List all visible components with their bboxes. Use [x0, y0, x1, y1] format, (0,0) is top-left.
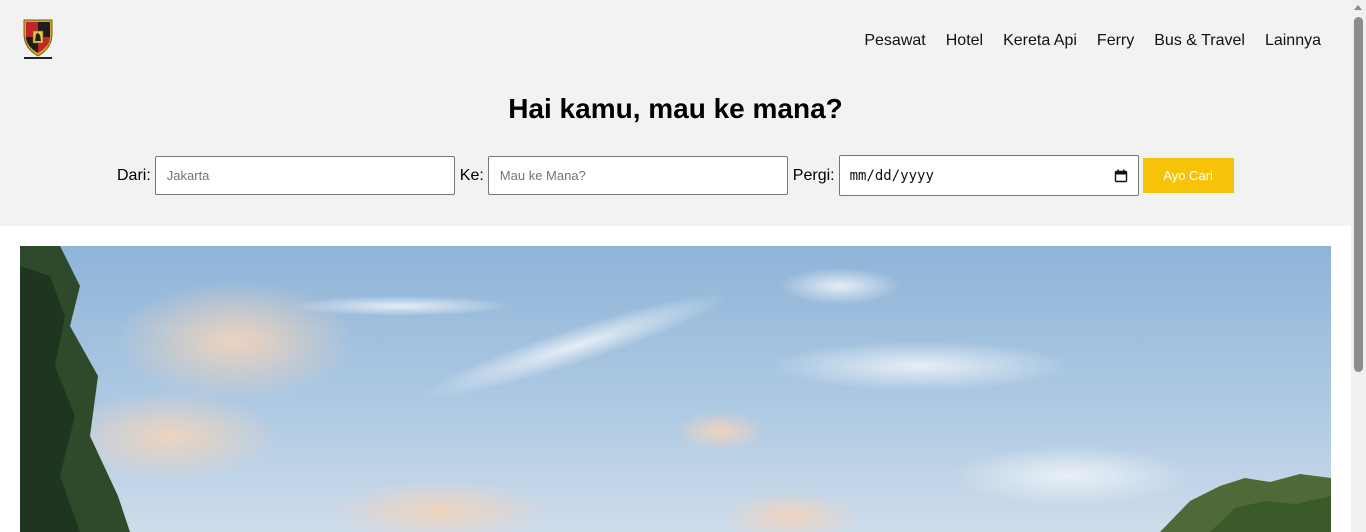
nav-hotel[interactable]: Hotel [946, 31, 983, 51]
nav-kereta-api[interactable]: Kereta Api [1003, 31, 1077, 51]
scroll-thumb[interactable] [1354, 17, 1363, 372]
search-form: Dari: Ke: Pergi: mm/dd/yyyy Ayo Cari [117, 155, 1234, 196]
main-nav: Pesawat Hotel Kereta Api Ferry Bus & Tra… [864, 31, 1321, 51]
page: Pesawat Hotel Kereta Api Ferry Bus & Tra… [0, 0, 1351, 532]
calendar-icon[interactable] [1114, 169, 1128, 183]
date-value: mm/dd/yyyy [849, 167, 934, 184]
search-button[interactable]: Ayo Cari [1142, 158, 1234, 193]
date-label: Pergi: [792, 166, 835, 184]
nav-lainnya[interactable]: Lainnya [1265, 31, 1321, 51]
nav-bus-travel[interactable]: Bus & Travel [1154, 31, 1245, 51]
nav-ferry[interactable]: Ferry [1097, 31, 1134, 51]
nav-pesawat[interactable]: Pesawat [864, 31, 925, 51]
from-input[interactable] [154, 156, 455, 195]
scroll-up-icon[interactable] [1354, 5, 1362, 10]
to-input[interactable] [487, 156, 788, 195]
to-label: Ke: [459, 166, 484, 184]
from-label: Dari: [117, 166, 151, 184]
page-title: Hai kamu, mau ke mana? [508, 93, 843, 124]
scrollbar[interactable] [1351, 0, 1366, 532]
hero-image [20, 246, 1331, 532]
header: Pesawat Hotel Kereta Api Ferry Bus & Tra… [0, 0, 1351, 226]
date-input[interactable]: mm/dd/yyyy [838, 155, 1139, 196]
logo-icon[interactable] [20, 18, 56, 60]
